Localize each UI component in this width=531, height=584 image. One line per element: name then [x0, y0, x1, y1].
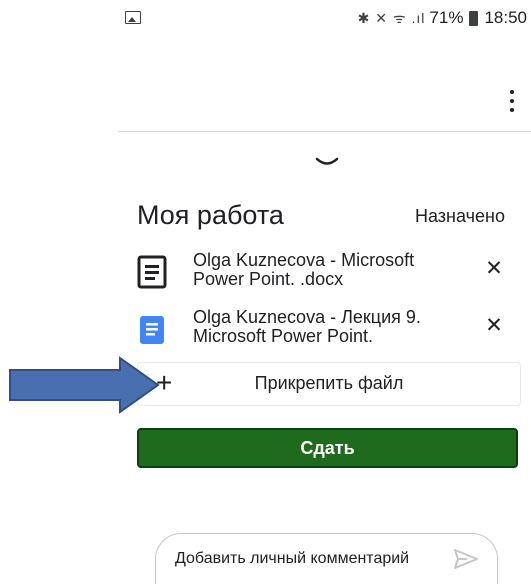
status-right: ✱ ✕ ᯤ .ıl 71% 18:50 — [358, 8, 527, 28]
status-time: 18:50 — [484, 8, 527, 27]
arrow-annotation-icon — [9, 356, 160, 414]
attach-file-label: Прикрепить файл — [254, 373, 404, 393]
google-docs-icon — [140, 316, 164, 344]
remove-attachment-icon[interactable]: ✕ — [484, 258, 504, 279]
status-icons: ✱ ✕ ᯤ .ıl — [357, 9, 426, 26]
comment-placeholder: Добавить личный комментарий — [175, 550, 410, 567]
attachment-name: Olga Kuznecova - Лекция 9. Microsoft Pow… — [193, 307, 421, 346]
battery-icon — [469, 10, 479, 26]
remove-attachment-icon[interactable]: ✕ — [484, 315, 504, 336]
attachment-item[interactable]: Olga Kuznecova - Лекция 9. Microsoft Pow… — [137, 308, 520, 358]
assignment-status: Назначено — [415, 206, 505, 226]
app-bar-divider — [118, 131, 531, 132]
attach-file-button[interactable]: + Прикрепить файл — [137, 362, 521, 406]
submit-button[interactable]: Сдать — [137, 428, 518, 468]
collapse-chevron-icon[interactable] — [314, 156, 340, 170]
attachment-item[interactable]: Olga Kuznecova - Microsoft Power Point. … — [137, 251, 520, 301]
send-icon[interactable] — [453, 548, 479, 570]
battery-percent: 71% — [429, 8, 464, 27]
attachment-name: Olga Kuznecova - Microsoft Power Point. … — [193, 250, 415, 289]
docs-icon — [137, 255, 167, 289]
my-work-title: Моя работа — [137, 200, 284, 230]
more-options-icon[interactable] — [506, 90, 518, 112]
image-notification-icon — [125, 11, 141, 24]
private-comment-field[interactable]: Добавить личный комментарий — [155, 533, 498, 584]
